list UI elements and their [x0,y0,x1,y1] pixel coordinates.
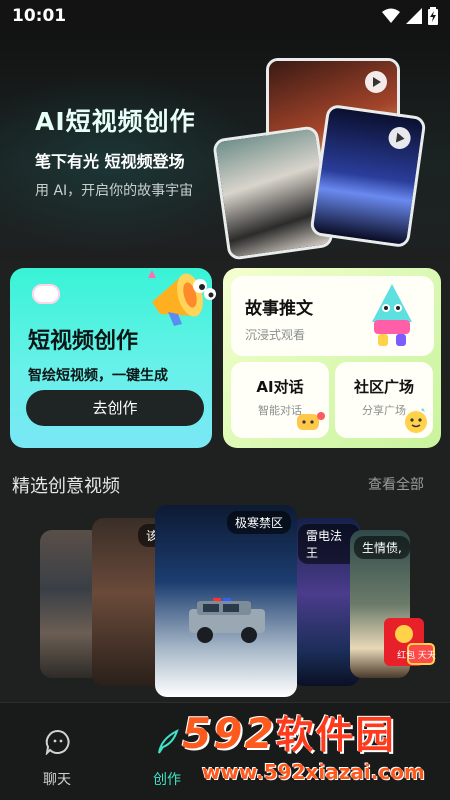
tab-chat-label: 聊天 [43,772,71,788]
hero-subtitle: 笔下有光 短视频登场 [35,152,185,171]
go-create-button[interactable]: 去创作 [26,390,204,426]
status-time: 10:01 [12,6,67,26]
hero-poster-3[interactable] [309,103,427,249]
community-card[interactable]: 社区广场 分享广场 [335,362,433,438]
mascot-icon [372,284,412,346]
hero-title: AI短视频创作 [35,107,196,136]
watermark-text: 软件园 [275,713,396,757]
ai-chat-title: AI对话 [256,378,304,396]
chat-icon [45,729,70,755]
story-subtitle: 沉浸式观看 [245,328,306,342]
watermark-brand: 592软件园 [182,704,396,759]
red-packet-icon[interactable]: 红包 天天领 [378,614,436,670]
short-video-create-card[interactable]: 短视频创作 智绘短视频，一键生成 去创作 [10,268,216,448]
story-title: 故事推文 [245,299,313,319]
emoji-face-icon [405,408,427,433]
card-subtitle: 智绘短视频，一键生成 [28,368,168,384]
feature-card-group: 故事推文 沉浸式观看 AI对话 智能对话 社区广场 分享广场 [223,268,441,448]
story-feed-card[interactable]: 故事推文 沉浸式观看 [231,276,434,356]
card-title: 短视频创作 [28,329,139,354]
battery-icon [428,7,438,25]
view-all-link[interactable]: 查看全部 [368,474,424,494]
jeep-illustration [189,598,265,643]
megaphone-icon [148,270,216,326]
featured-section-title: 精选创意视频 [12,476,120,497]
red-packet-text: 红包 天天领 [397,649,436,661]
cloud-icon [32,284,60,304]
community-title: 社区广场 [353,378,414,396]
watermark-url: www.592xiazai.com [202,760,425,784]
signal-icon [406,8,422,24]
play-icon [365,71,387,93]
video-title-badge: 生情债, [354,536,410,559]
video-card-featured[interactable]: 极寒禁区 [155,505,297,697]
video-title-badge: 极寒禁区 [226,511,291,534]
status-bar: 10:01 [0,0,450,32]
hero-description: 用 AI，开启你的故事宇宙 [35,183,194,199]
poster-art [215,128,331,258]
status-icons [382,7,438,25]
poster-art [312,107,424,245]
ai-chat-card[interactable]: AI对话 智能对话 [231,362,329,438]
chat-bubble-icon [297,412,325,430]
watermark: 592软件园 www.592xiazai.com [170,700,450,800]
wifi-icon [382,8,400,23]
watermark-number: 592 [182,709,276,758]
